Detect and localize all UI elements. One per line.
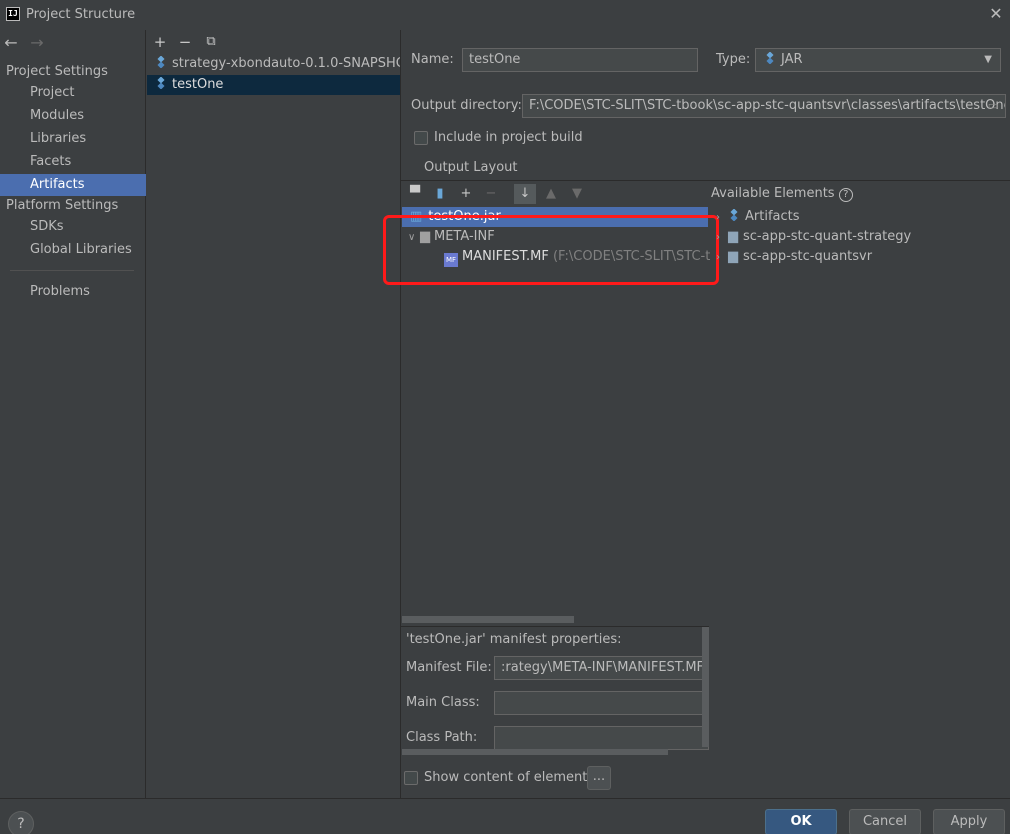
- help-circle-icon[interactable]: ?: [838, 188, 853, 202]
- include-in-build-label: Include in project build: [434, 130, 583, 145]
- ellipsis-button[interactable]: ...: [587, 766, 611, 790]
- project-settings-header: Project Settings: [6, 64, 108, 79]
- add-copy-icon[interactable]: +: [458, 186, 474, 202]
- create-directory-icon[interactable]: ▀: [407, 186, 423, 202]
- type-label: Type:: [716, 52, 751, 67]
- create-archive-icon[interactable]: ▮: [432, 186, 448, 202]
- manifest-header: 'testOne.jar' manifest properties:: [406, 632, 622, 647]
- available-elements-label: Available Elements ?: [711, 186, 853, 202]
- platform-settings-header: Platform Settings: [6, 198, 119, 213]
- available-item-module[interactable]: › ▆ sc-app-stc-quantsvr: [716, 247, 1006, 267]
- available-item-label: Artifacts: [745, 209, 800, 224]
- highlight-annotation-box: [383, 215, 719, 285]
- horizontal-scrollbar[interactable]: [402, 616, 574, 623]
- nav-item-facets[interactable]: Facets: [0, 151, 146, 173]
- nav-item-project[interactable]: Project: [0, 82, 146, 104]
- apply-button[interactable]: Apply: [933, 809, 1005, 834]
- manifest-file-label: Manifest File:: [406, 660, 492, 675]
- artifact-item-selected[interactable]: testOne: [147, 75, 400, 95]
- remove-icon[interactable]: −: [177, 34, 193, 50]
- include-in-build-checkbox[interactable]: [414, 131, 428, 145]
- chevron-right-icon: ›: [716, 232, 720, 243]
- nav-item-global-libraries[interactable]: Global Libraries: [0, 239, 146, 261]
- available-item-artifacts[interactable]: › Artifacts: [716, 207, 1006, 227]
- module-folder-icon: ▆: [728, 229, 738, 244]
- artifact-item[interactable]: strategy-xbondauto-0.1.0-SNAPSHOT: [147, 54, 400, 74]
- copy-icon[interactable]: ⧉: [203, 34, 219, 50]
- name-label: Name:: [411, 52, 454, 67]
- nav-item-sdks[interactable]: SDKs: [0, 216, 146, 238]
- name-input[interactable]: testOne: [462, 48, 698, 72]
- nav-divider: [10, 270, 134, 271]
- forward-arrow-icon[interactable]: →: [28, 34, 46, 52]
- show-content-checkbox[interactable]: [404, 771, 418, 785]
- nav-item-artifacts[interactable]: Artifacts: [0, 174, 146, 196]
- main-class-input[interactable]: [494, 691, 709, 715]
- available-item-module[interactable]: › ▆ sc-app-stc-quant-strategy: [716, 227, 1006, 247]
- show-content-label: Show content of elements: [424, 770, 595, 785]
- artifact-diamond-icon: [728, 209, 740, 221]
- tab-output-layout[interactable]: Output Layout: [424, 160, 517, 175]
- available-item-label: sc-app-stc-quantsvr: [743, 249, 873, 264]
- back-arrow-icon[interactable]: ←: [2, 34, 20, 52]
- chevron-right-icon: ›: [716, 212, 720, 223]
- available-item-label: sc-app-stc-quant-strategy: [743, 229, 912, 244]
- vertical-scrollbar[interactable]: [702, 627, 709, 747]
- title-bar: [0, 0, 1010, 30]
- window-title: Project Structure: [26, 7, 136, 22]
- add-icon[interactable]: +: [152, 34, 168, 50]
- move-down-icon[interactable]: ▼: [569, 186, 585, 202]
- intellij-app-icon: IJ: [6, 7, 20, 21]
- browse-folder-icon[interactable]: ▭: [986, 100, 1000, 112]
- artifact-list-panel: [147, 30, 401, 798]
- help-button[interactable]: ?: [8, 811, 34, 834]
- manifest-file-input[interactable]: :rategy\META-INF\MANIFEST.MF: [494, 656, 709, 680]
- cancel-button[interactable]: Cancel: [849, 809, 921, 834]
- type-value: JAR: [781, 52, 803, 67]
- chevron-right-icon: ›: [716, 252, 720, 263]
- nav-item-problems[interactable]: Problems: [0, 281, 146, 303]
- class-path-input[interactable]: [494, 726, 709, 750]
- nav-item-modules[interactable]: Modules: [0, 105, 146, 127]
- nav-item-libraries[interactable]: Libraries: [0, 128, 146, 150]
- output-directory-label: Output directory:: [411, 98, 522, 113]
- close-icon[interactable]: ✕: [988, 5, 1004, 23]
- chevron-down-icon: ▼: [984, 54, 992, 65]
- artifact-diamond-icon: [155, 77, 167, 89]
- module-folder-icon: ▆: [728, 249, 738, 264]
- horizontal-scrollbar[interactable]: [402, 749, 668, 755]
- output-directory-input[interactable]: F:\CODE\STC-SLIT\STC-tbook\sc-app-stc-qu…: [522, 94, 1006, 118]
- type-select[interactable]: JAR ▼: [755, 48, 1001, 72]
- artifact-item-label: strategy-xbondauto-0.1.0-SNAPSHOT: [172, 56, 400, 71]
- sort-icon[interactable]: ↓: [514, 184, 536, 204]
- artifact-diamond-icon: [155, 56, 167, 68]
- artifact-item-label: testOne: [172, 77, 224, 92]
- jar-diamond-icon: [764, 52, 776, 64]
- class-path-label: Class Path:: [406, 730, 478, 745]
- ok-button[interactable]: OK: [765, 809, 837, 834]
- remove-element-icon[interactable]: −: [483, 186, 499, 202]
- move-up-icon[interactable]: ▲: [543, 186, 559, 202]
- main-class-label: Main Class:: [406, 695, 480, 710]
